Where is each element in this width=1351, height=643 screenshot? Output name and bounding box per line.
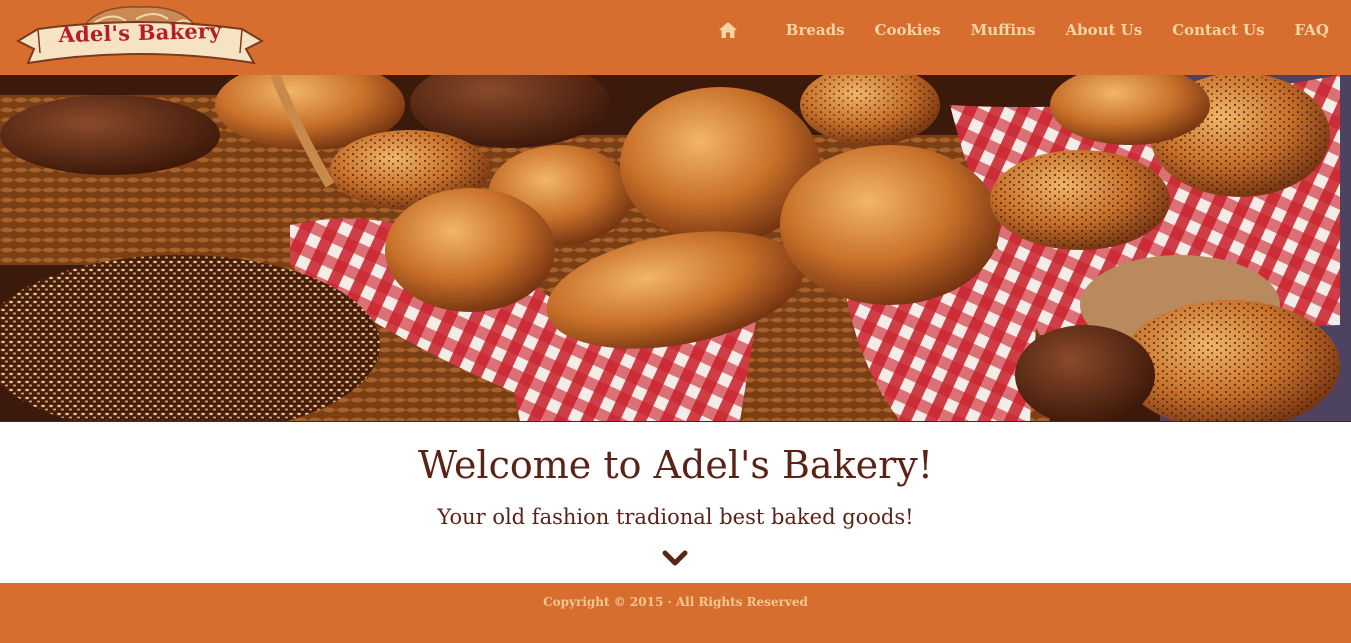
navbar: Adel's Bakery Breads Cookies Muffins Abo… [0,0,1351,75]
tagline: Your old fashion tradional best baked go… [437,505,914,529]
logo[interactable]: Adel's Bakery [16,5,264,71]
nav-links: Breads Cookies Muffins About Us Contact … [718,19,1329,41]
nav-link-breads[interactable]: Breads [786,19,845,41]
hero-banner [0,75,1351,423]
nav-link-about-us[interactable]: About Us [1065,19,1142,41]
welcome-heading: Welcome to Adel's Bakery! [417,443,934,487]
copyright-text: Copyright © 2015 · All Rights Reserved [543,595,808,609]
footer: Copyright © 2015 · All Rights Reserved [0,583,1351,643]
nav-link-muffins[interactable]: Muffins [971,19,1036,41]
nav-link-faq[interactable]: FAQ [1295,19,1329,41]
home-icon[interactable] [718,20,738,40]
bread-basket-photo [0,75,1351,421]
intro-section: Welcome to Adel's Bakery! Your old fashi… [0,422,1351,583]
nav-link-cookies[interactable]: Cookies [875,19,941,41]
nav-link-contact-us[interactable]: Contact Us [1172,19,1264,41]
chevron-down-icon[interactable] [662,550,688,568]
